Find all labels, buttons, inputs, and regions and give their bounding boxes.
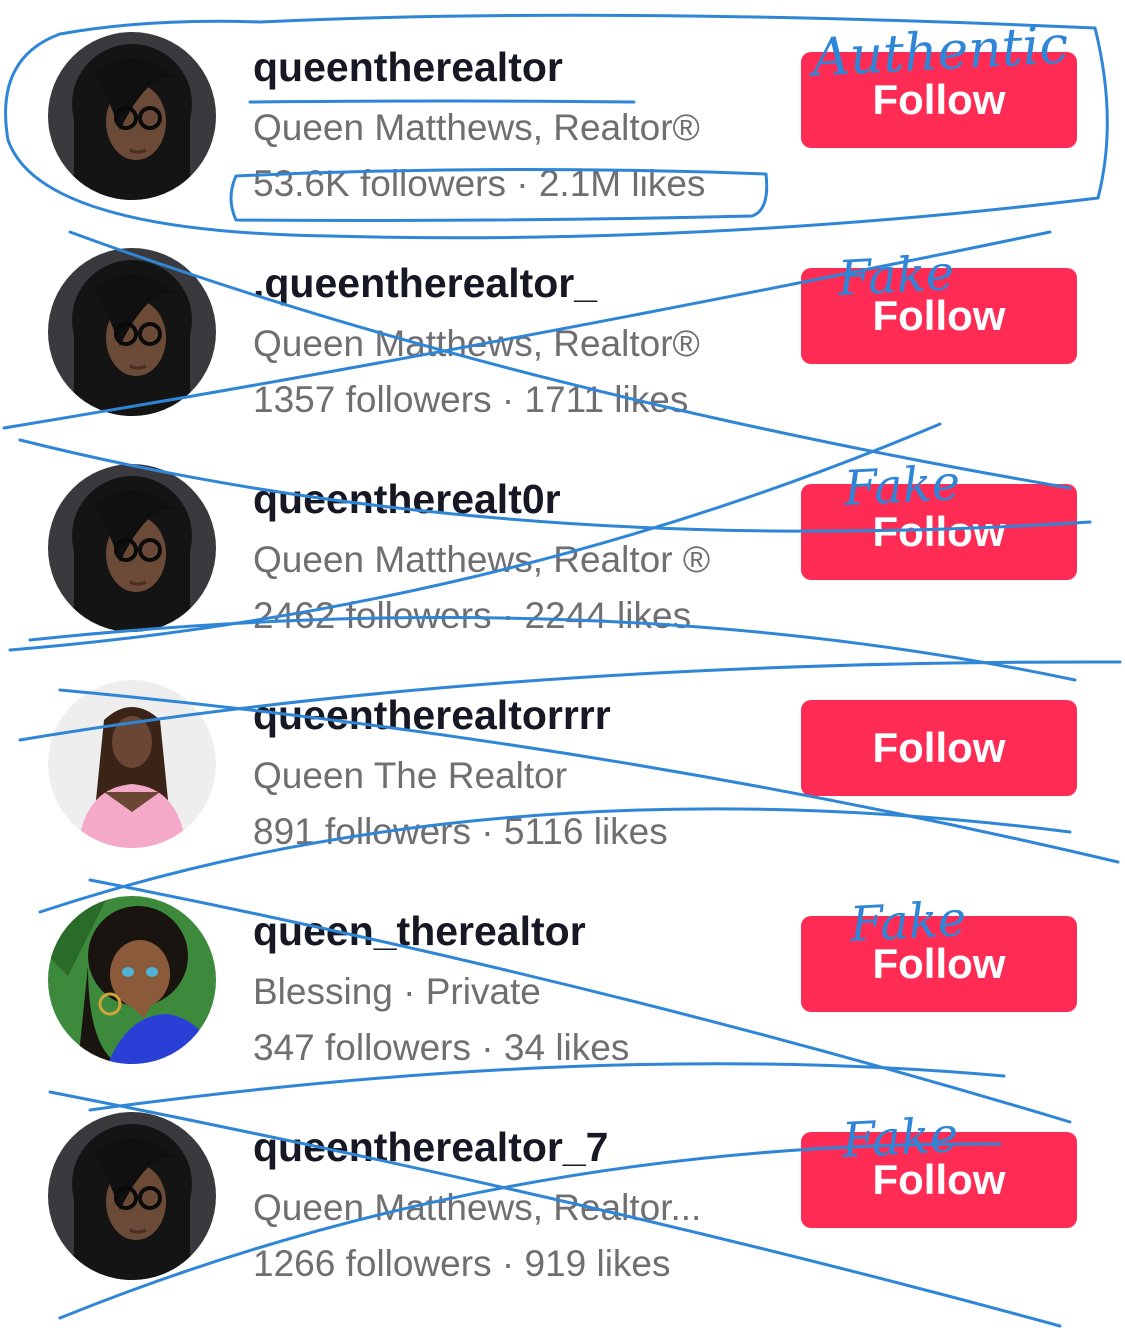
username[interactable]: .queentherealtor_ bbox=[253, 260, 597, 307]
display-name: Queen The Realtor bbox=[253, 755, 568, 796]
username[interactable]: queentherealtor bbox=[253, 44, 563, 91]
display-name: Blessing · Private bbox=[253, 971, 541, 1012]
avatar[interactable] bbox=[48, 1112, 216, 1280]
avatar[interactable] bbox=[48, 32, 216, 200]
username[interactable]: queentherealtor_7 bbox=[253, 1124, 608, 1171]
avatar[interactable] bbox=[48, 896, 216, 1064]
follow-button[interactable]: Follow bbox=[801, 484, 1077, 580]
display-name: Queen Matthews, Realtor® bbox=[253, 107, 700, 148]
username[interactable]: queen_therealtor bbox=[253, 908, 586, 955]
follower-stats: 891 followers · 5116 likes bbox=[253, 811, 668, 852]
follower-stats: 2462 followers · 2244 likes bbox=[253, 595, 692, 636]
avatar[interactable] bbox=[48, 464, 216, 632]
follower-stats: 347 followers · 34 likes bbox=[253, 1027, 630, 1068]
follower-stats: 1357 followers · 1711 likes bbox=[253, 379, 689, 420]
avatar[interactable] bbox=[48, 680, 216, 848]
profile-photo-icon bbox=[48, 32, 216, 200]
account-row[interactable]: queentherealt0r Queen Matthews, Realtor … bbox=[0, 432, 1125, 648]
display-name: Queen Matthews, Realtor... bbox=[253, 1187, 702, 1228]
follow-button[interactable]: Follow bbox=[801, 52, 1077, 148]
follow-button[interactable]: Follow bbox=[801, 1132, 1077, 1228]
username[interactable]: queentherealtorrrr bbox=[253, 692, 611, 739]
account-row[interactable]: queentherealtor Queen Matthews, Realtor®… bbox=[0, 0, 1125, 216]
display-name: Queen Matthews, Realtor® bbox=[253, 323, 700, 364]
profile-photo-pink-icon bbox=[48, 680, 216, 848]
avatar[interactable] bbox=[48, 248, 216, 416]
follow-button[interactable]: Follow bbox=[801, 916, 1077, 1012]
profile-photo-icon bbox=[48, 1112, 216, 1280]
cartoon-avatar-icon bbox=[48, 896, 216, 1064]
follower-stats: 1266 followers · 919 likes bbox=[253, 1243, 671, 1284]
username[interactable]: queentherealt0r bbox=[253, 476, 561, 523]
account-row[interactable]: queentherealtorrrr Queen The Realtor 891… bbox=[0, 648, 1125, 864]
profile-photo-icon bbox=[48, 248, 216, 416]
display-name: Queen Matthews, Realtor ® bbox=[253, 539, 711, 580]
account-row[interactable]: queentherealtor_7 Queen Matthews, Realto… bbox=[0, 1080, 1125, 1296]
follow-button[interactable]: Follow bbox=[801, 700, 1077, 796]
follow-button[interactable]: Follow bbox=[801, 268, 1077, 364]
follower-stats: 53.6K followers · 2.1M likes bbox=[253, 163, 706, 204]
profile-photo-icon bbox=[48, 464, 216, 632]
account-row[interactable]: queen_therealtor Blessing · Private 347 … bbox=[0, 864, 1125, 1080]
account-row[interactable]: .queentherealtor_ Queen Matthews, Realto… bbox=[0, 216, 1125, 432]
